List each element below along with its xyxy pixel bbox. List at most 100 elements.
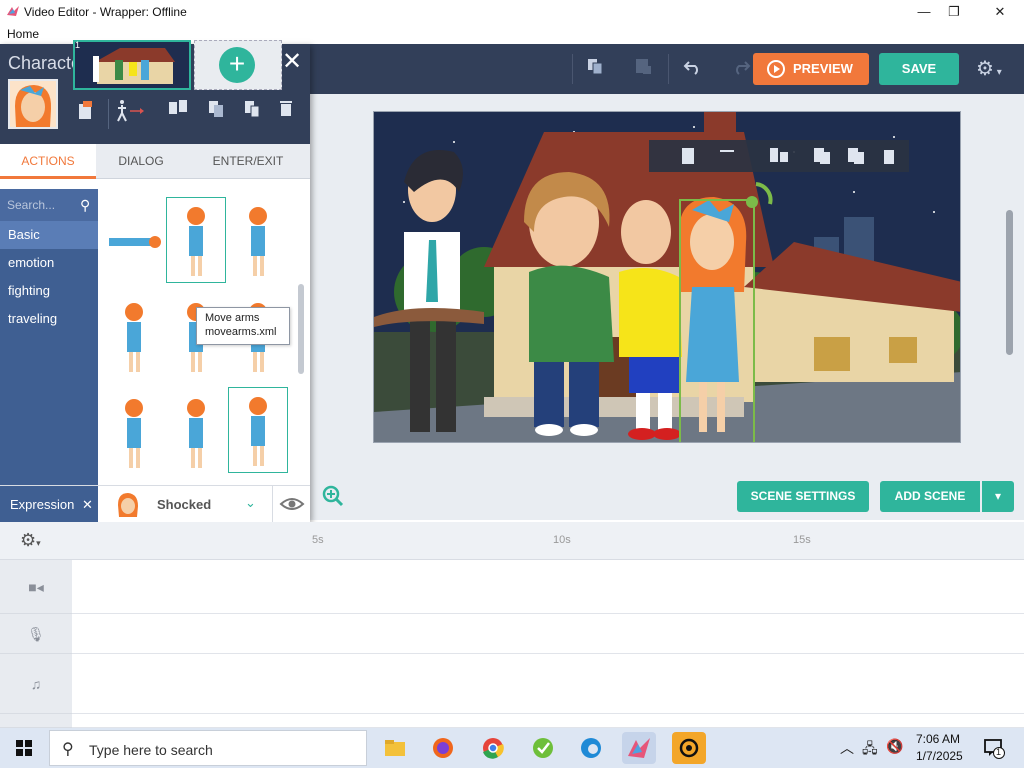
tab-dialog[interactable]: DIALOG [96,144,186,179]
scene-thumbnail[interactable] [73,40,191,90]
app-icon [7,6,19,16]
tab-actions[interactable]: ACTIONS [0,144,96,179]
preview-button[interactable]: PREVIEW [753,53,869,85]
action-categories: Search... ⚲ Basic emotion fighting trave… [0,189,98,485]
track-spacer [0,714,72,728]
network-icon[interactable]: 🖧 [862,738,878,762]
microphone-icon: 🎙 [0,614,72,654]
category-basic[interactable]: Basic [0,221,98,249]
duplicate-icon[interactable] [240,99,264,123]
timeline-ruler: ⚙▾ 5s 10s 15s [0,522,1024,560]
scene-illustration [374,112,960,442]
music-track[interactable] [72,654,1024,714]
clear-expression-icon[interactable]: ✕ [82,486,93,523]
chevron-up-icon[interactable]: ︿ [840,738,854,758]
category-fighting[interactable]: fighting [0,277,98,305]
flip-icon[interactable] [166,99,190,123]
notifications-icon[interactable]: 1 [983,737,1005,759]
action-tooltip: Move arms movearms.xml [196,307,290,345]
firefox-icon[interactable] [426,732,460,764]
volume-muted-icon[interactable]: 🔇 [886,738,903,755]
action-thumbnail[interactable] [228,197,288,283]
preview-label: PREVIEW [793,61,853,76]
action-thumbnail-selected[interactable] [228,387,288,473]
character-avatar [8,79,58,129]
save-button[interactable]: SAVE [879,53,959,85]
search-icon: ⚲ [62,741,74,758]
eye-icon[interactable] [272,486,310,523]
close-icon[interactable]: ✕ [279,49,305,75]
timeline: ⚙▾ 5s 10s 15s ■◂ 🎙 ♫ [0,522,1024,728]
copy-icon[interactable] [582,56,608,82]
play-icon [767,60,785,78]
category-traveling[interactable]: traveling [0,305,98,333]
character-settings-panel: Character Settings ✕ ACTION [0,44,310,523]
ruler-label: 15s [793,534,811,546]
action-thumbnail[interactable] [166,389,226,475]
action-thumbnail[interactable] [104,197,164,283]
notification-count: 1 [996,747,1002,757]
clock-date[interactable]: 1/7/2025 [916,749,963,763]
stage-scrollbar[interactable] [1006,210,1013,355]
window-title: Video Editor - Wrapper: Offline [24,5,187,19]
action-search-input[interactable]: Search... ⚲ [0,189,98,221]
timeline-settings-gear-icon[interactable]: ⚙▾ [20,530,41,551]
action-thumbnail-move-arms[interactable] [166,197,226,283]
character-panel-tabs: ACTIONS DIALOG ENTER/EXIT [0,144,310,179]
chrome-icon[interactable] [476,732,510,764]
grid-scrollbar[interactable] [298,284,304,374]
window-titlebar: Video Editor - Wrapper: Offline — ❐ ✕ [0,0,1024,24]
action-thumbnail[interactable] [104,293,164,379]
toolbar-divider [668,54,669,84]
panel-divider [108,99,109,129]
scene-settings-button[interactable]: SCENE SETTINGS [737,481,869,512]
close-window-button[interactable]: ✕ [980,2,1020,22]
search-icon[interactable]: ⚲ [80,197,90,214]
file-explorer-icon[interactable] [378,732,412,764]
copy-icon[interactable] [204,99,228,123]
chevron-down-icon[interactable]: ⌄ [245,495,256,511]
ruler-label: 5s [312,534,324,546]
app-green-icon[interactable] [526,732,560,764]
chevron-down-icon[interactable]: ▾ [982,481,1014,512]
toolbar-divider [572,54,573,84]
edge-icon[interactable] [574,732,608,764]
plus-icon[interactable]: + [219,47,255,83]
scene-number: 1 [75,40,81,50]
clock-time[interactable]: 7:06 AM [916,732,960,746]
expression-select[interactable]: Shocked [157,497,211,512]
taskbar-search-placeholder: Type here to search [89,742,213,758]
action-thumbnail[interactable] [104,389,164,475]
menu-home[interactable]: Home [7,27,39,41]
redo-icon[interactable] [728,56,754,82]
voice-track[interactable] [72,614,1024,654]
recorder-app-icon[interactable] [672,732,706,764]
trash-icon[interactable] [274,99,298,123]
settings-gear-icon[interactable]: ⚙ ▾ [976,56,1016,82]
tooltip-filename: movearms.xml [205,326,277,338]
extra-track [72,714,1024,728]
wrapper-app-icon[interactable] [622,732,656,764]
add-scene-button[interactable]: ADD SCENE [880,481,980,512]
swap-character-icon[interactable] [74,99,98,123]
video-track-icon: ■◂ [0,560,72,614]
selection-toolbar[interactable] [649,140,909,172]
tooltip-title: Move arms [205,312,260,324]
undo-icon[interactable] [680,56,706,82]
search-placeholder: Search... [7,198,56,212]
windows-taskbar: ⚲ Type here to search ︿ 🖧 🔇 7:06 AM 1/7/… [0,728,1024,768]
walk-motion-icon[interactable] [114,99,144,123]
music-note-icon: ♫ [0,654,72,714]
taskbar-search-input[interactable]: ⚲ Type here to search [49,730,367,766]
expression-bar: Expression ✕ Shocked ⌄ [0,485,310,523]
zoom-in-icon[interactable] [322,485,344,507]
ruler-label: 10s [553,534,571,546]
video-track[interactable] [72,560,1024,614]
windows-start-icon[interactable] [0,728,48,768]
maximize-button[interactable]: ❐ [934,2,974,22]
paste-icon[interactable] [630,56,656,82]
scene-canvas[interactable] [373,111,961,443]
category-emotion[interactable]: emotion [0,249,98,277]
expression-face-icon [118,493,138,517]
tab-enter-exit[interactable]: ENTER/EXIT [186,144,310,179]
